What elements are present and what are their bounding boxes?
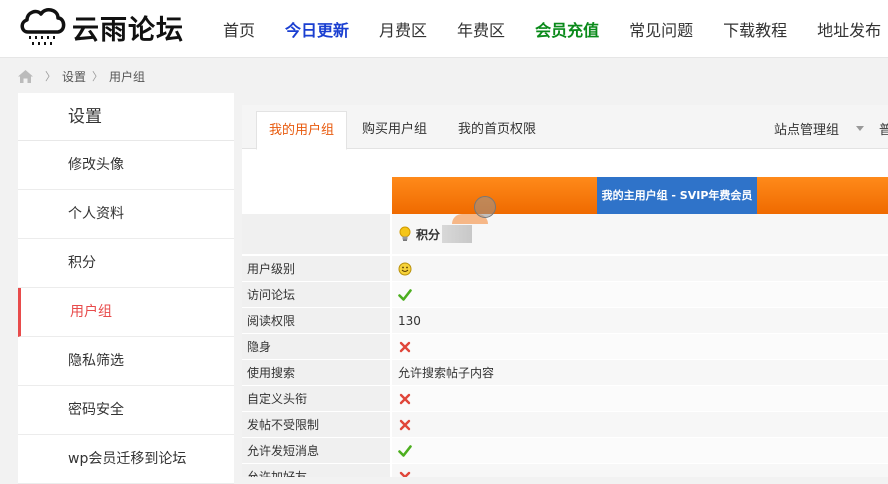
table-row: 用户级别 xyxy=(242,256,888,282)
breadcrumb-settings[interactable]: 设置 xyxy=(62,68,86,85)
table-row: 发帖不受限制 xyxy=(242,412,888,438)
table-row: 访问论坛 xyxy=(242,282,888,308)
tab-bar: 我的用户组 购买用户组 我的首页权限 站点管理组 普 xyxy=(242,105,888,150)
row-value xyxy=(392,282,888,307)
logo-text: 云雨论坛 xyxy=(72,14,184,46)
row-label: 允许加好友 xyxy=(242,464,390,477)
tab-right-cut[interactable]: 普 xyxy=(879,119,888,138)
row-value xyxy=(392,438,888,463)
table-row: 隐身 xyxy=(242,334,888,360)
table-row: 自定义头衔 xyxy=(242,386,888,412)
row-value xyxy=(392,386,888,411)
mouse-cursor xyxy=(474,196,496,218)
row-label: 访问论坛 xyxy=(242,282,390,307)
nav-download-guide[interactable]: 下载教程 xyxy=(708,17,802,41)
nav-home[interactable]: 首页 xyxy=(208,17,270,41)
tab-homepage-permissions[interactable]: 我的首页权限 xyxy=(446,111,548,149)
sidebar-item-password[interactable]: 密码安全 xyxy=(18,386,234,435)
table-row: 允许加好友 xyxy=(242,464,888,477)
row-label: 使用搜索 xyxy=(242,360,390,385)
site-admin-group-dropdown[interactable]: 站点管理组 xyxy=(774,119,839,138)
nav-recharge[interactable]: 会员充值 xyxy=(520,17,614,41)
table-row: 阅读权限 130 xyxy=(242,308,888,334)
row-value: 130 xyxy=(392,308,888,333)
settings-sidebar: 设置 修改头像 个人资料 积分 用户组 隐私筛选 密码安全 wp会员迁移到论坛 xyxy=(18,93,234,484)
table-row: 使用搜索 允许搜索帖子内容 xyxy=(242,360,888,386)
check-icon xyxy=(398,444,412,457)
lightbulb-icon xyxy=(399,226,411,241)
nav-today-updates[interactable]: 今日更新 xyxy=(270,17,364,41)
row-label: 自定义头衔 xyxy=(242,386,390,411)
nav-address[interactable]: 地址发布 xyxy=(802,17,888,41)
chevron-right-icon: 〉 xyxy=(92,70,104,83)
site-logo[interactable]: 云雨论坛 xyxy=(18,4,184,50)
row-value: 允许搜索帖子内容 xyxy=(392,360,888,385)
sidebar-item-profile[interactable]: 个人资料 xyxy=(18,190,234,239)
score-label: 积分 xyxy=(416,227,441,242)
row-value xyxy=(392,464,888,477)
smiley-icon xyxy=(398,262,412,275)
nav-yearly[interactable]: 年费区 xyxy=(442,17,520,41)
cross-icon xyxy=(399,419,411,430)
sidebar-item-credits[interactable]: 积分 xyxy=(18,239,234,288)
cross-icon xyxy=(399,471,411,477)
cross-icon xyxy=(399,341,411,352)
row-value xyxy=(392,334,888,359)
main-nav: 首页 今日更新 月费区 年费区 会员充值 常见问题 下载教程 地址发布 xyxy=(208,0,888,58)
row-value xyxy=(392,412,888,437)
chevron-down-icon[interactable] xyxy=(856,126,864,131)
check-icon xyxy=(398,288,412,301)
sidebar-title: 设置 xyxy=(18,93,234,141)
nav-monthly[interactable]: 月费区 xyxy=(364,17,442,41)
blurred-value xyxy=(442,225,473,243)
row-label: 隐身 xyxy=(242,334,390,359)
main-group-label: 我的主用户组 - SVIP年费会员 xyxy=(597,177,757,214)
tab-my-usergroup[interactable]: 我的用户组 xyxy=(256,111,348,150)
home-icon[interactable] xyxy=(18,69,33,83)
breadcrumb-usergroup: 用户组 xyxy=(109,69,146,84)
row-value xyxy=(392,256,888,281)
label-header-cell xyxy=(242,214,390,254)
permission-rows: 用户级别 访问论坛 阅读权限 130 隐身 使用搜索 允许搜索帖子内容 自定义头… xyxy=(242,256,888,477)
rain-cloud-icon xyxy=(20,8,66,45)
tab-buy-usergroup[interactable]: 购买用户组 xyxy=(350,111,439,149)
sidebar-item-usergroup[interactable]: 用户组 xyxy=(18,288,234,337)
nav-faq[interactable]: 常见问题 xyxy=(614,17,708,41)
row-label: 发帖不受限制 xyxy=(242,412,390,437)
breadcrumb: 〉 设置 〉 用户组 xyxy=(18,66,145,86)
main-panel: 我的用户组 购买用户组 我的首页权限 站点管理组 普 我的主用户组 - SVIP… xyxy=(242,105,888,477)
sidebar-item-privacy[interactable]: 隐私筛选 xyxy=(18,337,234,386)
row-label: 阅读权限 xyxy=(242,308,390,333)
row-label: 允许发短消息 xyxy=(242,438,390,463)
cross-icon xyxy=(399,393,411,404)
table-row: 允许发短消息 xyxy=(242,438,888,464)
group-banner: 我的主用户组 - SVIP年费会员 xyxy=(392,177,888,214)
top-header: 云雨论坛 首页 今日更新 月费区 年费区 会员充值 常见问题 下载教程 地址发布 xyxy=(0,0,888,58)
row-label: 用户级别 xyxy=(242,256,390,281)
sidebar-item-avatar[interactable]: 修改头像 xyxy=(18,141,234,190)
chevron-right-icon: 〉 xyxy=(45,70,56,83)
